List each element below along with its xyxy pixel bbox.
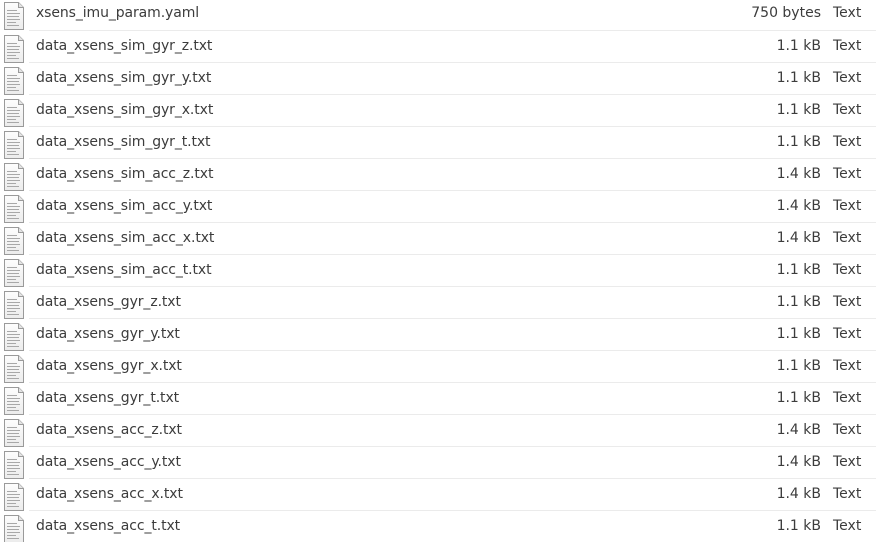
file-type: Text <box>833 486 862 502</box>
file-size: 1.1 kB <box>776 70 821 86</box>
file-type: Text <box>833 134 862 150</box>
file-size: 1.1 kB <box>776 518 821 534</box>
file-type: Text <box>833 518 862 534</box>
file-size: 1.1 kB <box>776 102 821 118</box>
file-name: data_xsens_acc_z.txt <box>36 422 182 438</box>
file-type: Text <box>833 166 862 182</box>
file-row[interactable]: data_xsens_sim_acc_z.txt 1.4 kB Text <box>0 159 876 191</box>
file-type: Text <box>833 390 862 406</box>
file-row[interactable]: data_xsens_acc_t.txt 1.1 kB Text <box>0 511 876 542</box>
file-size: 1.1 kB <box>776 358 821 374</box>
file-row[interactable]: data_xsens_gyr_x.txt 1.1 kB Text <box>0 351 876 383</box>
text-file-icon <box>3 323 25 351</box>
file-type: Text <box>833 230 862 246</box>
file-name: data_xsens_sim_gyr_x.txt <box>36 102 214 118</box>
text-file-icon <box>3 2 25 30</box>
text-file-icon <box>3 195 25 223</box>
file-name: data_xsens_sim_acc_x.txt <box>36 230 215 246</box>
file-type: Text <box>833 38 862 54</box>
text-file-icon <box>3 451 25 479</box>
text-file-icon <box>3 35 25 63</box>
file-name: data_xsens_sim_gyr_y.txt <box>36 70 212 86</box>
file-row[interactable]: data_xsens_sim_acc_y.txt 1.4 kB Text <box>0 191 876 223</box>
file-size: 1.4 kB <box>776 230 821 246</box>
text-file-icon <box>3 163 25 191</box>
file-row[interactable]: data_xsens_sim_gyr_t.txt 1.1 kB Text <box>0 127 876 159</box>
file-name: data_xsens_acc_x.txt <box>36 486 183 502</box>
text-file-icon <box>3 483 25 511</box>
file-row[interactable]: data_xsens_gyr_t.txt 1.1 kB Text <box>0 383 876 415</box>
file-size: 1.1 kB <box>776 390 821 406</box>
file-name: data_xsens_acc_t.txt <box>36 518 181 534</box>
file-row[interactable]: data_xsens_sim_acc_x.txt 1.4 kB Text <box>0 223 876 255</box>
text-file-icon <box>3 419 25 447</box>
file-size: 1.4 kB <box>776 198 821 214</box>
text-file-icon <box>3 67 25 95</box>
text-file-icon <box>3 291 25 319</box>
file-name: data_xsens_sim_acc_z.txt <box>36 166 214 182</box>
text-file-icon <box>3 387 25 415</box>
text-file-icon <box>3 259 25 287</box>
file-size: 1.4 kB <box>776 166 821 182</box>
file-type: Text <box>833 262 862 278</box>
file-row[interactable]: data_xsens_sim_acc_t.txt 1.1 kB Text <box>0 255 876 287</box>
file-type: Text <box>833 5 862 21</box>
file-size: 1.4 kB <box>776 422 821 438</box>
file-type: Text <box>833 422 862 438</box>
file-row[interactable]: xsens_imu_param.yaml 750 bytes Text <box>0 0 876 31</box>
file-type: Text <box>833 326 862 342</box>
file-type: Text <box>833 70 862 86</box>
file-row[interactable]: data_xsens_sim_gyr_x.txt 1.1 kB Text <box>0 95 876 127</box>
file-name: data_xsens_gyr_z.txt <box>36 294 181 310</box>
text-file-icon <box>3 515 25 542</box>
file-name: data_xsens_sim_acc_t.txt <box>36 262 212 278</box>
file-size: 1.4 kB <box>776 486 821 502</box>
file-size: 1.1 kB <box>776 326 821 342</box>
file-row[interactable]: data_xsens_acc_x.txt 1.4 kB Text <box>0 479 876 511</box>
file-name: data_xsens_gyr_t.txt <box>36 390 180 406</box>
file-size: 1.1 kB <box>776 134 821 150</box>
file-name: data_xsens_gyr_y.txt <box>36 326 180 342</box>
file-type: Text <box>833 358 862 374</box>
file-name: data_xsens_sim_gyr_t.txt <box>36 134 211 150</box>
file-name: data_xsens_sim_acc_y.txt <box>36 198 213 214</box>
file-size: 1.1 kB <box>776 38 821 54</box>
file-name: data_xsens_sim_gyr_z.txt <box>36 38 213 54</box>
file-list: xsens_imu_param.yaml 750 bytes Text data_x… <box>0 0 876 542</box>
file-row[interactable]: data_xsens_gyr_y.txt 1.1 kB Text <box>0 319 876 351</box>
file-row[interactable]: data_xsens_sim_gyr_z.txt 1.1 kB Text <box>0 31 876 63</box>
file-name: data_xsens_acc_y.txt <box>36 454 181 470</box>
file-name: data_xsens_gyr_x.txt <box>36 358 182 374</box>
text-file-icon <box>3 99 25 127</box>
file-row[interactable]: data_xsens_sim_gyr_y.txt 1.1 kB Text <box>0 63 876 95</box>
text-file-icon <box>3 131 25 159</box>
file-size: 1.4 kB <box>776 454 821 470</box>
file-type: Text <box>833 102 862 118</box>
file-type: Text <box>833 198 862 214</box>
file-type: Text <box>833 454 862 470</box>
file-size: 1.1 kB <box>776 294 821 310</box>
file-size: 750 bytes <box>751 5 821 21</box>
text-file-icon <box>3 355 25 383</box>
file-name: xsens_imu_param.yaml <box>36 5 200 21</box>
text-file-icon <box>3 227 25 255</box>
file-type: Text <box>833 294 862 310</box>
file-row[interactable]: data_xsens_acc_z.txt 1.4 kB Text <box>0 415 876 447</box>
file-row[interactable]: data_xsens_acc_y.txt 1.4 kB Text <box>0 447 876 479</box>
file-row[interactable]: data_xsens_gyr_z.txt 1.1 kB Text <box>0 287 876 319</box>
file-size: 1.1 kB <box>776 262 821 278</box>
